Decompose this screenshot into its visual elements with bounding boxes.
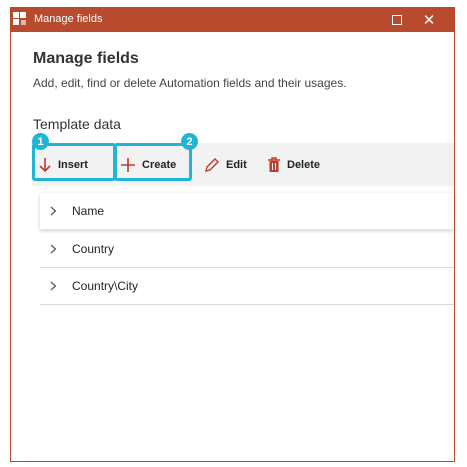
edit-label: Edit <box>226 158 247 171</box>
list-item[interactable]: Name <box>40 193 454 230</box>
close-icon: ✕ <box>422 11 436 29</box>
list-item-label: Country\City <box>72 279 139 293</box>
callout-badge-1: 1 <box>32 133 49 150</box>
title-bar[interactable]: Manage fields ✕ <box>10 7 455 32</box>
trash-icon <box>267 156 281 173</box>
fields-list: Name Country Country\City <box>40 193 454 305</box>
list-item-label: Name <box>72 204 105 218</box>
section-title: Template data <box>33 116 121 132</box>
edit-button[interactable]: Edit <box>204 143 247 186</box>
list-item[interactable]: Country\City <box>40 268 454 305</box>
list-item-label: Country <box>72 242 115 256</box>
pencil-icon <box>204 157 220 173</box>
callout-badge-2: 2 <box>181 133 198 150</box>
create-highlight-box <box>114 143 192 181</box>
maximize-button[interactable] <box>383 7 411 32</box>
list-item[interactable]: Country <box>40 231 454 268</box>
page-title: Manage fields <box>33 50 139 67</box>
manage-fields-window: Manage fields ✕ Manage fields Add, edit,… <box>10 7 455 462</box>
chevron-right-icon[interactable] <box>50 281 60 291</box>
delete-button[interactable]: Delete <box>267 143 320 186</box>
chevron-right-icon[interactable] <box>50 206 60 216</box>
maximize-icon <box>392 14 402 25</box>
close-button[interactable]: ✕ <box>415 7 443 32</box>
page-subtitle: Add, edit, find or delete Automation fie… <box>33 76 347 90</box>
delete-label: Delete <box>287 158 321 171</box>
app-logo-icon <box>13 12 27 26</box>
chevron-right-icon[interactable] <box>50 244 60 254</box>
window-title: Manage fields <box>34 13 103 25</box>
